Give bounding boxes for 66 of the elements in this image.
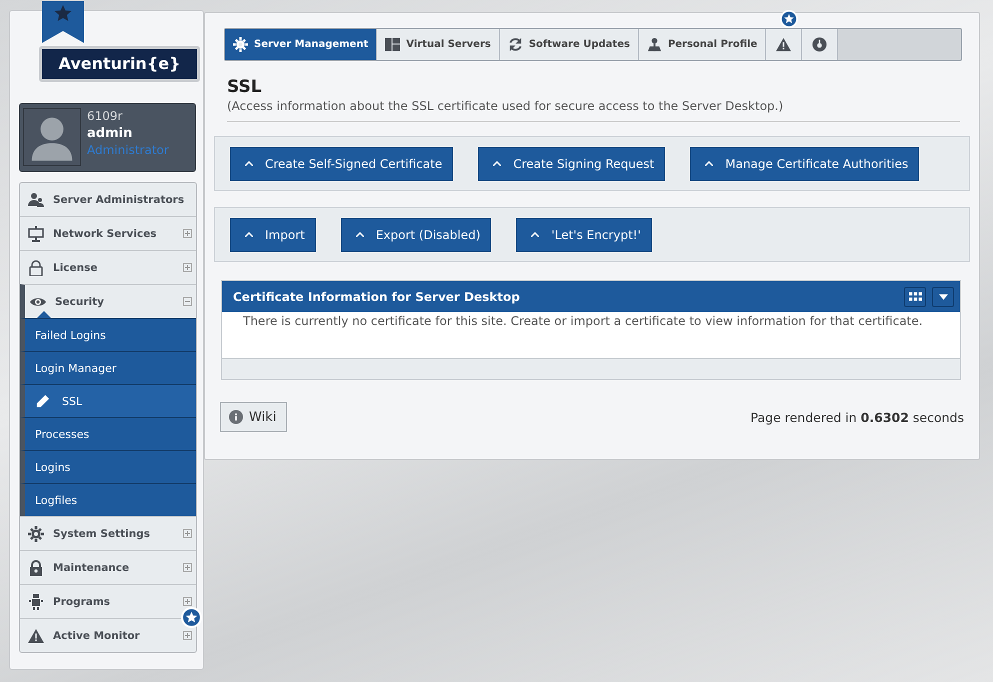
submenu-item[interactable]: Login Manager [20,351,196,384]
tab[interactable]: Personal Profile [638,29,766,60]
logo: Aventurin{e} [39,46,200,82]
dropdown-button[interactable] [932,286,954,306]
layout-icon [385,37,400,52]
caret-icon [356,232,364,237]
panel-message: There is currently no certificate for this site. Create or import a certificate to view information for that certificate. [222,312,960,358]
render-time: Page rendered in 0.6302 seconds [750,410,964,424]
expand-icon[interactable] [183,597,192,606]
submenu-item[interactable]: Failed Logins [20,318,196,351]
panel-title: Certificate Information for Server Desktop [233,290,521,304]
avatar-icon [23,107,81,167]
gauge-icon [812,37,828,52]
warning-icon [28,628,44,644]
nav-item[interactable]: Network Services [20,216,196,250]
padlock-icon [28,560,44,576]
host-name: 6109r [87,108,124,125]
monitor-icon [28,226,44,242]
tab[interactable]: Software Updates [500,29,639,60]
action-button[interactable]: Create Self-Signed Certificate [230,146,454,180]
submenu-item[interactable]: Processes [20,417,196,450]
info-icon [229,410,243,424]
expand-icon[interactable] [183,229,192,238]
warning-icon [776,37,792,52]
grid-icon [908,292,922,301]
gear-icon [28,526,44,542]
tab[interactable] [802,29,838,60]
nav-item[interactable]: License [20,250,196,284]
nav-item[interactable]: Server Administrators [20,183,196,216]
nav-item[interactable]: System Settings [20,516,196,550]
tab[interactable]: Server Management [225,29,378,60]
grid-button[interactable] [904,286,926,306]
tab[interactable]: Virtual Servers [377,29,500,60]
caret-icon [245,232,253,237]
expand-icon[interactable] [183,529,192,538]
submenu-item[interactable]: SSL [20,384,196,417]
collapse-icon[interactable] [183,297,192,306]
wiki-button[interactable]: Wiki [220,402,288,432]
action-button[interactable]: Manage Certificate Authorities [690,146,920,180]
user-name: admin [87,125,134,142]
caret-icon [705,161,714,166]
caret-icon [493,161,502,166]
action-button[interactable]: Import [230,218,316,252]
pointer-icon [37,311,51,318]
submenu-item[interactable]: Logfiles [20,483,196,516]
tab[interactable] [766,29,802,60]
expand-icon[interactable] [183,631,192,640]
robot-icon [28,594,44,610]
action-button[interactable]: Create Signing Request [478,146,666,180]
expand-icon[interactable] [183,263,192,272]
caret-icon [245,161,253,166]
page-subtitle: (Access information about the SSL certificate used for secure access to the Server Desktop.) [227,99,784,113]
page-title: SSL [227,77,263,97]
ribbon-icon [42,1,84,43]
person-icon [646,37,662,52]
action-button[interactable]: 'Let's Encrypt!' [516,218,652,252]
caret-icon [531,232,540,237]
gear-icon [233,37,248,52]
users-icon [28,192,44,208]
refresh-icon [508,37,523,52]
action-button[interactable]: Export (Disabled) [340,218,492,252]
expand-icon[interactable] [183,563,192,572]
nav-item[interactable]: Maintenance [20,550,196,584]
lock-icon [28,260,44,276]
submenu-item[interactable]: Logins [20,450,196,483]
caret-icon [938,294,948,300]
